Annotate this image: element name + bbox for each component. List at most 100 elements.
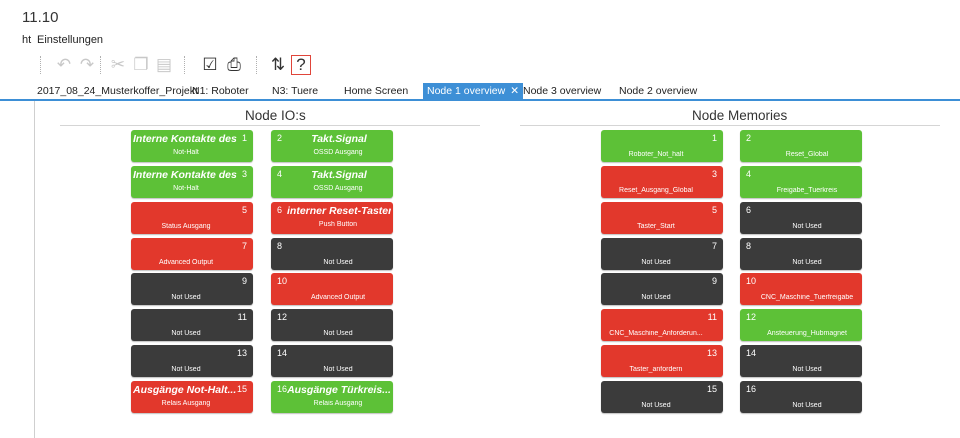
tile-subtitle: Not Used [792,366,822,373]
tile-number: 5 [241,205,247,215]
memory-tile-13[interactable]: 13 Taster_anfordern [601,345,723,377]
memory-tile-16[interactable]: 16 Not Used [740,381,862,413]
io-tile-15[interactable]: 15 Ausgänge Not-Halt... Relais Ausgang [131,381,253,413]
tab-node-1-overview[interactable]: Node 1 overview ✕ [423,83,524,99]
io-tile-1[interactable]: 1 Interne Kontakte des... Not-Halt [131,130,253,162]
io-tile-2[interactable]: 2 Takt.Signal OSSD Ausgang [271,130,393,162]
tile-subtitle: Not Used [641,259,671,266]
cut-icon[interactable]: ✂ [108,55,128,75]
tile-number: 13 [236,348,247,358]
tab-node-3-overview[interactable]: Node 3 overview [523,83,601,99]
tab-n1-roboter[interactable]: N1: Roboter [192,83,249,99]
tile-subtitle: Not Used [792,259,822,266]
toolbar-separator [40,56,42,74]
tile-number: 11 [707,312,717,322]
io-tile-6[interactable]: 6 interner Reset-Taster... Push Button [271,202,393,234]
tile-subtitle: CNC_Maschine_Anforderun... [609,330,703,337]
tile-subtitle: Taster_Start [637,223,675,230]
tile-subtitle: Taster_anfordern [629,366,683,373]
tile-number: 5 [711,205,717,215]
io-tile-3[interactable]: 3 Interne Kontakte des... Not-Halt [131,166,253,198]
memory-tile-8[interactable]: 8 Not Used [740,238,862,270]
io-tile-14[interactable]: 14 Not Used [271,345,393,377]
menu-item-settings[interactable]: Einstellungen [37,34,103,46]
tile-subtitle: Not Used [171,294,201,301]
tile-number: 7 [711,241,717,251]
memory-tile-4[interactable]: 4 Freigabe_Tuerkreis [740,166,862,198]
io-tile-10[interactable]: 10 Advanced Output [271,273,393,305]
tile-subtitle: Advanced Output [310,294,366,301]
tile-number: 9 [241,276,247,286]
tile-subtitle: Not Used [323,330,353,337]
tile-subtitle: Not Used [792,223,822,230]
tab-project[interactable]: 2017_08_24_Musterkoffer_Projekt [37,83,198,99]
tile-subtitle: OSSD Ausgang [313,185,363,192]
section-divider [520,125,940,126]
node-memories-title: Node Memories [692,108,788,123]
tile-subtitle: CNC_Maschine_Tuerfreigabe [760,294,854,301]
tile-subtitle: Reset_Ausgang_Global [619,187,693,194]
tab-strip: 2017_08_24_Musterkoffer_Projekt N1: Robo… [0,83,960,99]
tile-number: 15 [236,384,247,394]
tab-node-2-overview[interactable]: Node 2 overview [619,83,697,99]
memory-tile-11[interactable]: 11 CNC_Maschine_Anforderun... [601,309,723,341]
io-tile-16[interactable]: 16 Ausgänge Türkreis... Relais Ausgang [271,381,393,413]
tile-subtitle: Push Button [318,221,358,228]
help-icon[interactable]: ? [291,55,311,75]
memory-tile-10[interactable]: 10 CNC_Maschine_Tuerfreigabe [740,273,862,305]
io-tile-4[interactable]: 4 Takt.Signal OSSD Ausgang [271,166,393,198]
close-icon[interactable]: ✕ [510,85,519,97]
transfer-icon[interactable]: ⇅ [268,55,288,75]
tile-number: 1 [711,133,717,143]
memory-tile-15[interactable]: 15 Not Used [601,381,723,413]
memory-tile-6[interactable]: 6 Not Used [740,202,862,234]
memory-tile-5[interactable]: 5 Taster_Start [601,202,723,234]
tile-name: Takt.Signal [311,133,367,145]
undo-icon[interactable]: ↶ [54,55,74,75]
io-tile-12[interactable]: 12 Not Used [271,309,393,341]
tile-number: 14 [746,348,757,358]
menu-bar: ht Einstellungen [0,32,960,48]
memory-tile-2[interactable]: 2 Reset_Global [740,130,862,162]
paste-icon[interactable]: ▤ [154,55,174,75]
tile-subtitle: Relais Ausgang [161,400,211,407]
panel-border [34,101,35,438]
memory-tile-3[interactable]: 3 Reset_Ausgang_Global [601,166,723,198]
tile-name: Ausgänge Not-Halt... [133,384,237,396]
tile-subtitle: Roboter_Not_halt [628,151,684,158]
tile-name: Interne Kontakte des... [133,133,237,145]
io-tile-5[interactable]: 5 Status Ausgang [131,202,253,234]
print-icon[interactable]: ⎙ [224,55,244,75]
tile-number: 14 [277,348,288,358]
node-ios-title: Node IO:s [245,108,306,123]
memory-tile-1[interactable]: 1 Roboter_Not_halt [601,130,723,162]
checkbox-icon[interactable]: ☑ [200,55,220,75]
memory-tile-9[interactable]: 9 Not Used [601,273,723,305]
tile-number: 7 [241,241,247,251]
tile-name: interner Reset-Taster... [287,205,391,217]
tile-number: 10 [277,276,288,286]
memory-tile-14[interactable]: 14 Not Used [740,345,862,377]
memory-tile-7[interactable]: 7 Not Used [601,238,723,270]
tile-subtitle: Not Used [641,402,671,409]
tile-subtitle: Not Used [323,259,353,266]
tile-subtitle: Advanced Output [158,259,214,266]
redo-icon[interactable]: ↷ [77,55,97,75]
menu-item-view[interactable]: ht [22,34,31,46]
io-tile-11[interactable]: 11 Not Used [131,309,253,341]
tile-name: Interne Kontakte des... [133,169,237,181]
io-tile-13[interactable]: 13 Not Used [131,345,253,377]
tile-number: 16 [746,384,757,394]
section-divider [60,125,480,126]
tile-number: 11 [237,312,247,322]
io-tile-7[interactable]: 7 Advanced Output [131,238,253,270]
tab-home-screen[interactable]: Home Screen [344,83,408,99]
tab-n3-tuere[interactable]: N3: Tuere [272,83,318,99]
memory-tile-12[interactable]: 12 Ansteuerung_Hubmagnet [740,309,862,341]
tile-number: 8 [746,241,752,251]
io-tile-8[interactable]: 8 Not Used [271,238,393,270]
tile-subtitle: Relais Ausgang [313,400,363,407]
copy-icon[interactable]: ❐ [131,55,151,75]
title-bar: 11.10 [0,0,960,30]
io-tile-9[interactable]: 9 Not Used [131,273,253,305]
